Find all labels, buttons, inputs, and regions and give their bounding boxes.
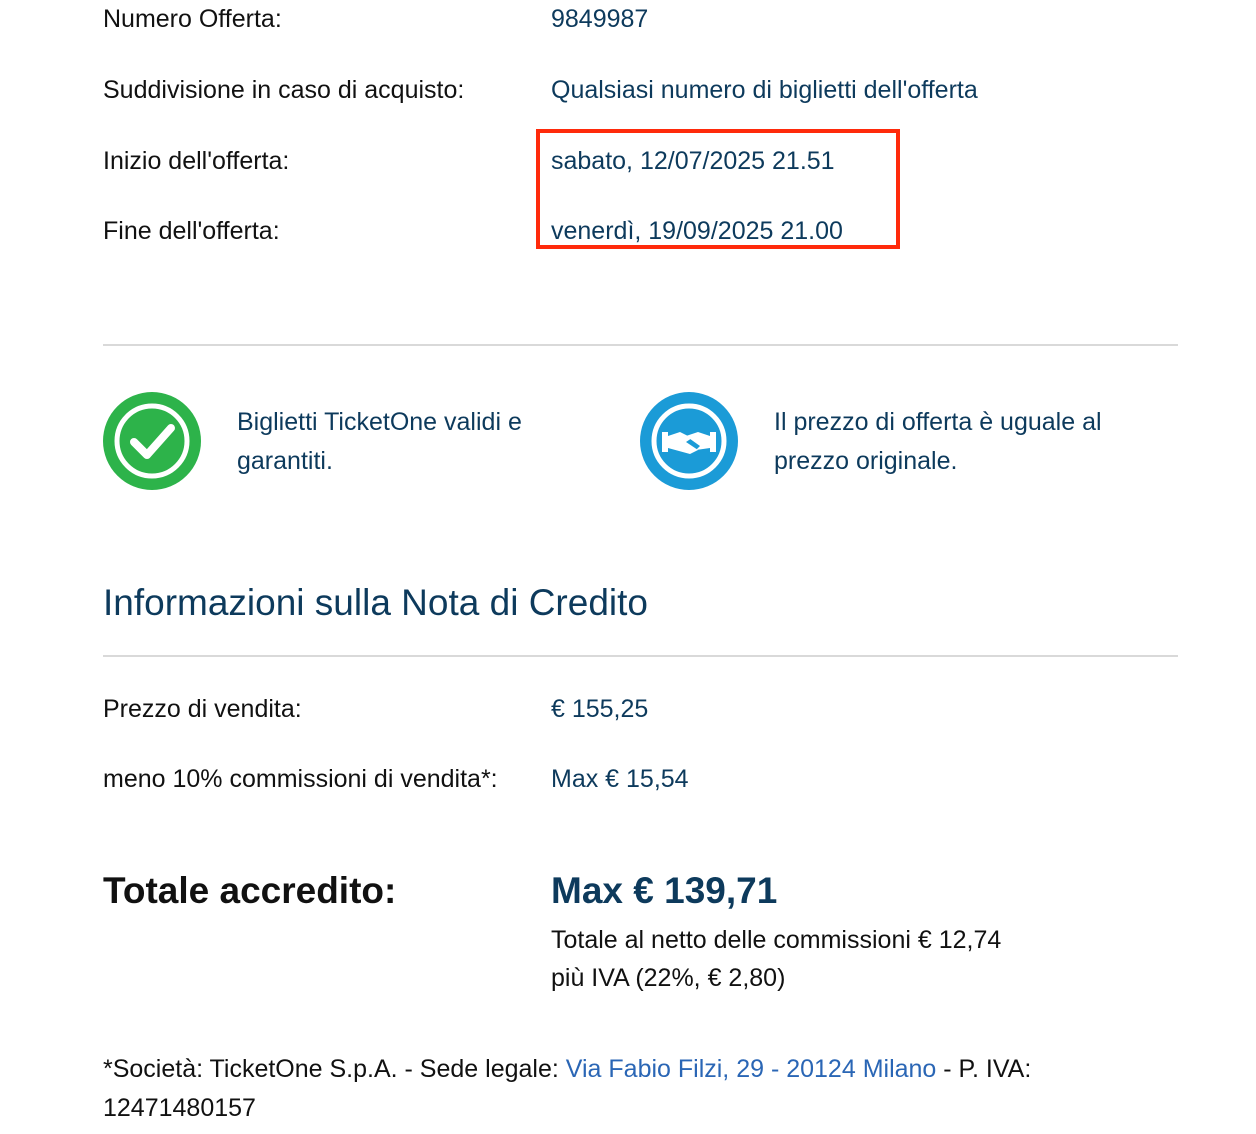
date-highlight-box [536, 129, 900, 249]
section-divider [103, 655, 1178, 657]
offer-number-value: 9849987 [551, 5, 649, 33]
split-label: Suddivisione in caso di acquisto: [103, 76, 465, 104]
offer-end-label: Fine dell'offerta: [103, 217, 280, 245]
feature-fair-price-line2: prezzo originale. [774, 447, 958, 475]
split-value: Qualsiasi numero di biglietti dell'offer… [551, 76, 978, 104]
feature-guaranteed-text: Biglietti TicketOne validi e garantiti. [237, 403, 577, 481]
split-row: Suddivisione in caso di acquisto: Qualsi… [103, 76, 1178, 116]
total-credit-label: Totale accredito: [103, 870, 397, 911]
offer-number-label: Numero Offerta: [103, 5, 282, 33]
feature-fair-price-text: Il prezzo di offerta è uguale al prezzo … [774, 403, 1154, 481]
handshake-badge-icon [640, 392, 738, 490]
checkmark-badge-icon [103, 392, 201, 490]
total-note-line2: più IVA (22%, € 2,80) [551, 964, 786, 992]
vat-number: 12471480157 [103, 1094, 256, 1122]
legal-footer: *Società: TicketOne S.p.A. - Sede legale… [103, 1050, 1183, 1128]
feature-guaranteed-line1: Biglietti TicketOne validi e [237, 408, 522, 436]
footer-suffix: - P. IVA: [936, 1055, 1032, 1083]
feature-guaranteed-line2: garantiti. [237, 447, 333, 475]
commission-label: meno 10% commissioni di vendita*: [103, 765, 498, 793]
feature-fair-price-line1: Il prezzo di offerta è uguale al [774, 408, 1102, 436]
offer-start-label: Inizio dell'offerta: [103, 147, 290, 175]
commission-row: meno 10% commissioni di vendita*: Max € … [103, 765, 1178, 805]
sale-price-row: Prezzo di vendita: € 155,25 [103, 695, 1178, 735]
commission-value: Max € 15,54 [551, 765, 689, 793]
footer-prefix: *Società: TicketOne S.p.A. - Sede legale… [103, 1055, 566, 1083]
address-link[interactable]: Via Fabio Filzi, 29 - 20124 Milano [566, 1055, 937, 1083]
sale-price-label: Prezzo di vendita: [103, 695, 302, 723]
total-note-line1: Totale al netto delle commissioni € 12,7… [551, 926, 1002, 954]
credit-section-title: Informazioni sulla Nota di Credito [103, 582, 648, 623]
total-credit-value: Max € 139,71 [551, 870, 778, 911]
sale-price-value: € 155,25 [551, 695, 649, 723]
divider [103, 344, 1178, 346]
offer-number-row: Numero Offerta: 9849987 [103, 5, 1178, 45]
